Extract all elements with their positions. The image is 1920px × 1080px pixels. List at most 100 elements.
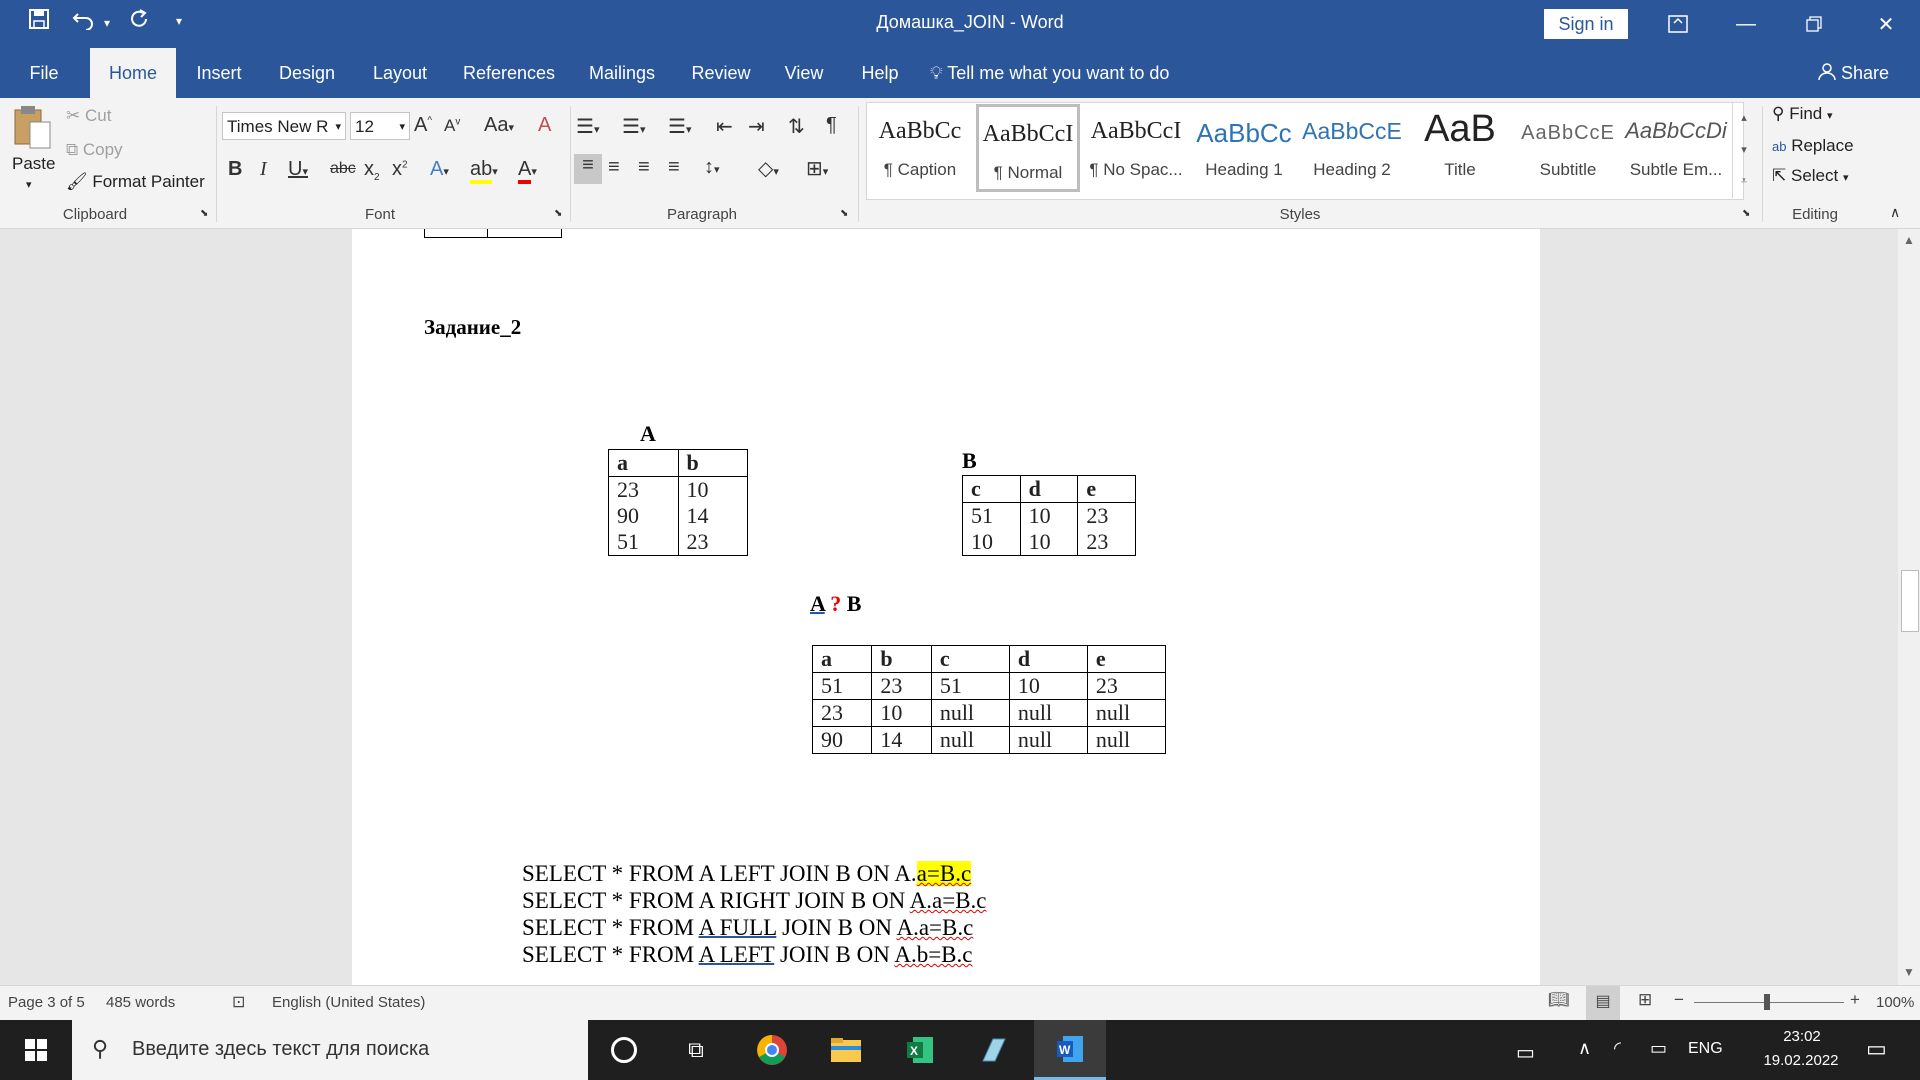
font-color-icon[interactable]: A▾ <box>518 158 537 184</box>
print-layout-icon[interactable]: ▤ <box>1586 986 1620 1020</box>
shrink-font-icon[interactable]: Av <box>444 116 460 136</box>
input-language[interactable]: ENG <box>1688 1040 1723 1058</box>
subscript-icon[interactable]: x2 <box>364 158 380 183</box>
zoom-slider-thumb[interactable] <box>1764 994 1770 1010</box>
customize-toolbar-icon[interactable]: ▾ <box>176 14 182 28</box>
scroll-up-icon[interactable]: ▲ <box>1898 233 1920 247</box>
wifi-icon[interactable]: ◜ <box>1614 1038 1621 1059</box>
style-subtitle[interactable]: AaBbCcE Subtitle <box>1516 104 1620 192</box>
change-case-icon[interactable]: Aa▾ <box>484 114 514 137</box>
web-layout-icon[interactable]: ⊞ <box>1638 990 1652 1010</box>
app-icon[interactable] <box>958 1020 1030 1080</box>
increase-indent-icon[interactable]: ⇥ <box>748 114 765 139</box>
battery-icon[interactable]: ▭ <box>1650 1038 1667 1059</box>
read-mode-icon[interactable]: 📖︎ <box>1548 990 1570 1010</box>
cut-button[interactable]: ✂ Cut <box>66 106 111 126</box>
grow-font-icon[interactable]: A^ <box>414 114 432 137</box>
style-normal[interactable]: AaBbCcI ¶ Normal <box>976 104 1080 192</box>
paste-button[interactable]: Paste <box>12 154 55 174</box>
font-launcher-icon[interactable]: ⬊ <box>554 208 562 219</box>
font-size-combo[interactable]: 12 ▾ <box>350 112 410 140</box>
cortana-icon[interactable] <box>588 1020 660 1080</box>
document-page[interactable]: Задание_2 A ab 23 10 90 14 51 23 B cde 51 10… <box>352 229 1540 985</box>
taskbar-search[interactable]: ⚲ Введите здесь текст для поиска <box>72 1020 588 1080</box>
close-icon[interactable]: ✕ <box>1852 0 1920 48</box>
tab-help[interactable]: Help <box>852 48 908 98</box>
paste-icon[interactable] <box>12 104 52 150</box>
clear-formatting-icon[interactable]: A <box>538 114 551 137</box>
scrollbar-thumb[interactable] <box>1901 570 1919 632</box>
bullets-icon[interactable]: ☰▾ <box>576 114 599 139</box>
paragraph-launcher-icon[interactable]: ⬊ <box>840 208 848 219</box>
superscript-icon[interactable]: x2 <box>392 158 408 181</box>
page-count[interactable]: Page 3 of 5 <box>8 994 85 1011</box>
tab-review[interactable]: Review <box>684 48 758 98</box>
styles-launcher-icon[interactable]: ⬊ <box>1742 208 1750 219</box>
format-painter-button[interactable]: 🖌︎ Format Painter <box>66 172 205 192</box>
select-button[interactable]: ⇱ Select ▾ <box>1772 166 1849 186</box>
minimize-icon[interactable]: — <box>1712 0 1780 48</box>
copy-button[interactable]: ⧉ Copy <box>66 140 123 160</box>
find-button[interactable]: ⚲ Find ▾ <box>1772 104 1833 124</box>
style-heading-1[interactable]: AaBbCc Heading 1 <box>1192 104 1296 192</box>
align-center-icon[interactable]: ≡ <box>608 156 620 179</box>
chevron-up-icon[interactable]: ∧ <box>1578 1038 1591 1059</box>
font-name-combo[interactable]: Times New R ▾ <box>222 112 346 140</box>
word-count[interactable]: 485 words <box>106 994 175 1011</box>
tab-design[interactable]: Design <box>270 48 344 98</box>
line-spacing-icon[interactable]: ↕▾ <box>704 156 720 179</box>
news-icon[interactable]: ▭ <box>1516 1040 1535 1065</box>
highlight-color-icon[interactable]: ab▾ <box>470 158 498 184</box>
zoom-in-icon[interactable]: + <box>1850 990 1860 1010</box>
shading-icon[interactable]: ◇▾ <box>758 156 779 181</box>
task-view-icon[interactable]: ⧉ <box>660 1020 732 1080</box>
style-caption[interactable]: AaBbCc ¶ Caption <box>868 104 972 192</box>
clock-time[interactable]: 23:02 <box>1762 1028 1842 1045</box>
borders-icon[interactable]: ⊞▾ <box>806 156 828 181</box>
replace-button[interactable]: ab Replace <box>1772 136 1854 156</box>
style-heading-2[interactable]: AaBbCcE Heading 2 <box>1300 104 1404 192</box>
notifications-icon[interactable]: ▭ <box>1866 1036 1887 1062</box>
zoom-out-icon[interactable]: − <box>1674 990 1684 1010</box>
align-right-icon[interactable]: ≡ <box>638 156 650 179</box>
numbering-icon[interactable]: ☰▾ <box>622 114 645 139</box>
clipboard-launcher-icon[interactable]: ⬊ <box>200 208 208 219</box>
language[interactable]: English (United States) <box>272 994 425 1011</box>
text-effects-icon[interactable]: A▾ <box>430 158 449 181</box>
share-button[interactable]: Share <box>1818 48 1908 98</box>
underline-icon[interactable]: U▾ <box>288 158 308 181</box>
redo-icon[interactable] <box>128 8 150 36</box>
style-title[interactable]: AaB Title <box>1408 104 1512 192</box>
save-icon[interactable] <box>28 8 50 36</box>
sign-in-button[interactable]: Sign in <box>1544 9 1628 39</box>
windows-start-icon[interactable] <box>0 1020 72 1080</box>
clock-date[interactable]: 19.02.2022 <box>1744 1052 1858 1069</box>
scroll-down-icon[interactable]: ▼ <box>1898 965 1920 979</box>
excel-icon[interactable]: X <box>884 1020 956 1080</box>
tab-home[interactable]: Home <box>90 48 176 98</box>
restore-icon[interactable] <box>1780 0 1848 48</box>
sort-icon[interactable]: ⇅ <box>788 114 805 139</box>
collapse-ribbon-icon[interactable]: ∧ <box>1890 204 1900 221</box>
tab-layout[interactable]: Layout <box>364 48 436 98</box>
tab-insert[interactable]: Insert <box>184 48 254 98</box>
chrome-icon[interactable] <box>736 1020 808 1080</box>
decrease-indent-icon[interactable]: ⇤ <box>716 114 733 139</box>
tab-view[interactable]: View <box>776 48 832 98</box>
bold-icon[interactable]: B <box>228 158 242 181</box>
style-subtle-emphasis[interactable]: AaBbCcDi Subtle Em... <box>1624 104 1728 192</box>
tab-mailings[interactable]: Mailings <box>580 48 664 98</box>
tab-file[interactable]: File <box>14 48 74 98</box>
strikethrough-icon[interactable]: abc <box>330 160 356 178</box>
justify-icon[interactable]: ≡ <box>668 156 680 179</box>
tab-references[interactable]: References <box>458 48 560 98</box>
zoom-level[interactable]: 100% <box>1876 994 1914 1011</box>
ribbon-display-options-icon[interactable] <box>1644 0 1712 48</box>
file-explorer-icon[interactable] <box>810 1020 882 1080</box>
paste-dropdown-icon[interactable]: ▾ <box>26 178 32 191</box>
scroll-up-icon[interactable]: ▴ <box>1733 102 1755 134</box>
multilevel-list-icon[interactable]: ☰▾ <box>668 114 691 139</box>
italic-icon[interactable]: I <box>260 158 267 181</box>
vertical-scrollbar[interactable]: ▲ ▼ <box>1898 229 1920 985</box>
style-no-spacing[interactable]: AaBbCcI ¶ No Spac... <box>1084 104 1188 192</box>
